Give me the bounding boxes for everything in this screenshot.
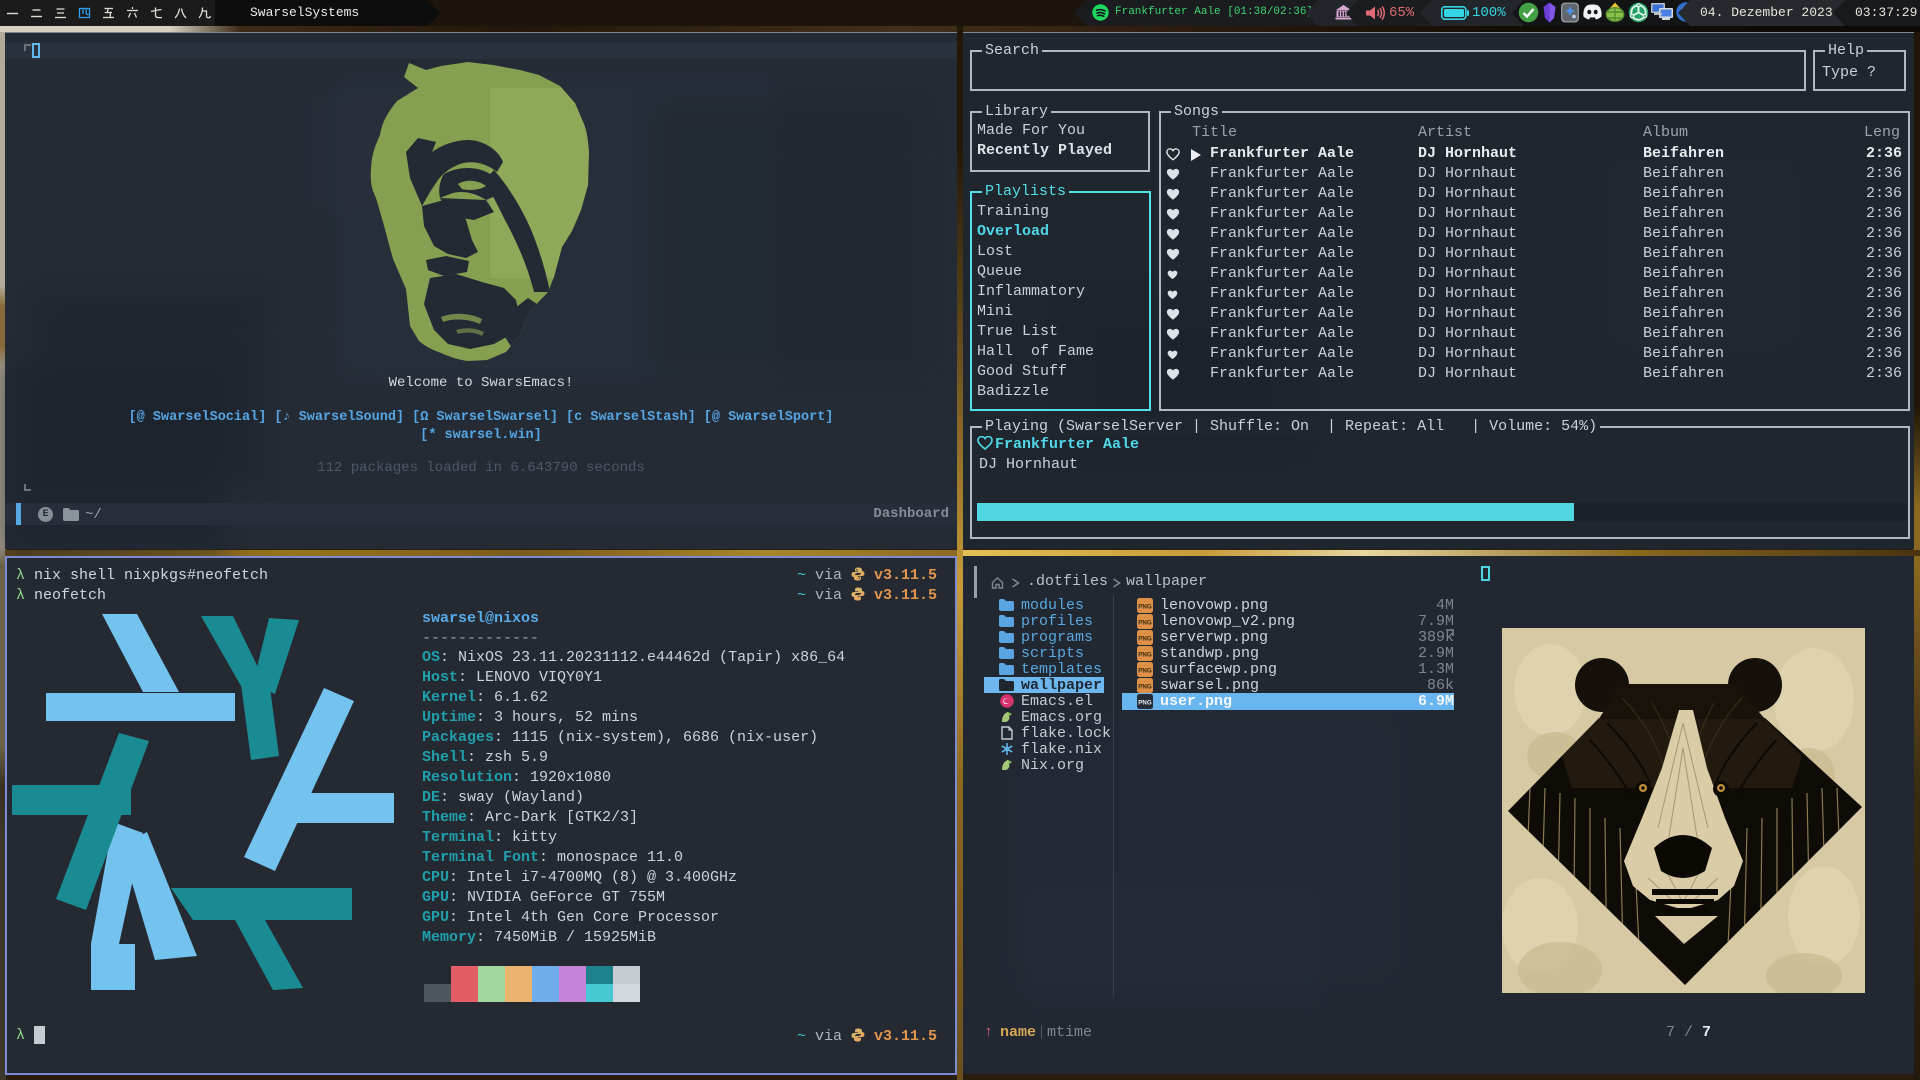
svg-text:PNG: PNG (1138, 684, 1152, 691)
svg-text:PNG: PNG (1138, 620, 1152, 627)
svg-text:PNG: PNG (1138, 636, 1152, 643)
svg-text:PNG: PNG (1138, 668, 1152, 675)
svg-text:PNG: PNG (1138, 652, 1152, 659)
svg-text:PNG: PNG (1138, 604, 1152, 611)
svg-text:PNG: PNG (1138, 700, 1152, 707)
